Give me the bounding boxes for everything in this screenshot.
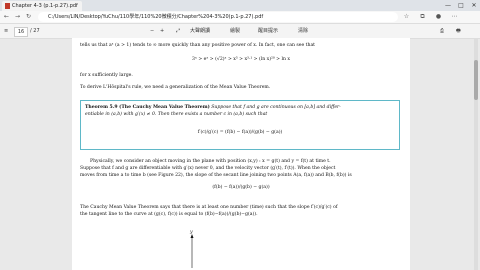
theorem-title: Theorem 5.9 (The Cauchy Mean Value Theor…	[85, 105, 210, 110]
erase-button[interactable]: 清除	[298, 27, 308, 35]
secant-formula: (f(b) − f(a))/(g(b) − g(a))	[212, 185, 270, 190]
tab-title: Chapter 4-3 (p.1-p.27).pdf	[12, 3, 78, 9]
zoom-in-button[interactable]: +	[160, 27, 164, 35]
text-line: Suppose that f and g are differentiable …	[80, 166, 336, 171]
favorite-icon[interactable]: ☆	[402, 12, 411, 22]
refresh-icon[interactable]: ↻	[24, 12, 33, 22]
text-line: Physically, we consider an object moving…	[90, 159, 331, 164]
browser-tab[interactable]: Chapter 4-3 (p.1-p.27).pdf	[2, 1, 82, 11]
url-field[interactable]: C:/Users/LIN/Desktop/YuChu/110學年/110%20微…	[38, 12, 398, 22]
address-bar: ← → ↻ C:/Users/LIN/Desktop/YuChu/110學年/1…	[0, 11, 480, 24]
text-line: tells us that aˣ (a > 1) tends to ∞ more…	[80, 43, 316, 48]
profile-icon[interactable]: ●	[434, 12, 443, 22]
more-icon[interactable]: ⋯	[450, 12, 459, 22]
toc-icon[interactable]: ≡	[4, 27, 8, 35]
page-input[interactable]: 16	[14, 27, 28, 37]
forward-icon[interactable]: →	[13, 12, 22, 22]
collections-icon[interactable]: ⧉	[418, 12, 427, 22]
fit-page-icon[interactable]: ⤢	[176, 27, 180, 35]
text-line: for x sufficiently large.	[80, 73, 133, 78]
text-line: the tangent line to the curve at (g(c), …	[80, 212, 258, 217]
pdf-icon	[5, 2, 10, 9]
theorem-text-2: entiable in (a,b) with g′(x) ≠ 0. Then t…	[85, 112, 268, 117]
theorem-text: Theorem 5.9 (The Cauchy Mean Value Theor…	[85, 105, 341, 110]
maximize-button[interactable]: □	[455, 0, 467, 11]
print-icon[interactable]: 🖶	[456, 27, 461, 35]
pdf-page: tells us that aˣ (a > 1) tends to ∞ more…	[72, 38, 410, 270]
highlight-button[interactable]: 醒目提示	[258, 27, 278, 35]
inequality-formula: 3ˣ > eˣ > (√2)ˣ > x⁵ > x³·¹ > (ln x)²⁰ >…	[192, 57, 290, 62]
pdf-toolbar: ≡ 16 / 27 − + ⤢ 大聲朗讀 繪製 醒目提示 清除 ⎙ 🖶	[0, 24, 480, 39]
theorem-box: Theorem 5.9 (The Cauchy Mean Value Theor…	[80, 100, 400, 150]
title-bar: Chapter 4-3 (p.1-p.27).pdf — □ ✕	[0, 0, 480, 11]
close-button[interactable]: ✕	[468, 0, 480, 11]
save-icon[interactable]: ⎙	[440, 27, 444, 35]
back-icon[interactable]: ←	[2, 12, 11, 22]
figure-axes	[190, 234, 194, 268]
minimize-button[interactable]: —	[442, 0, 454, 11]
cauchy-formula: f′(c)/g′(c) = (f(b) − f(a))/(g(b) − g(a)…	[197, 130, 283, 135]
text-line: moves from time a to time b (see Figure …	[80, 173, 352, 178]
scrollbar-thumb[interactable]	[474, 60, 478, 100]
text-line: To derive L'Hôspital's rule, we need a g…	[80, 85, 271, 90]
text-line: The Cauchy Mean Value Theorem says that …	[80, 205, 338, 210]
read-aloud-button[interactable]: 大聲朗讀	[190, 27, 210, 35]
zoom-out-button[interactable]: −	[150, 27, 154, 35]
draw-button[interactable]: 繪製	[230, 27, 240, 35]
page-total: / 27	[30, 28, 40, 34]
